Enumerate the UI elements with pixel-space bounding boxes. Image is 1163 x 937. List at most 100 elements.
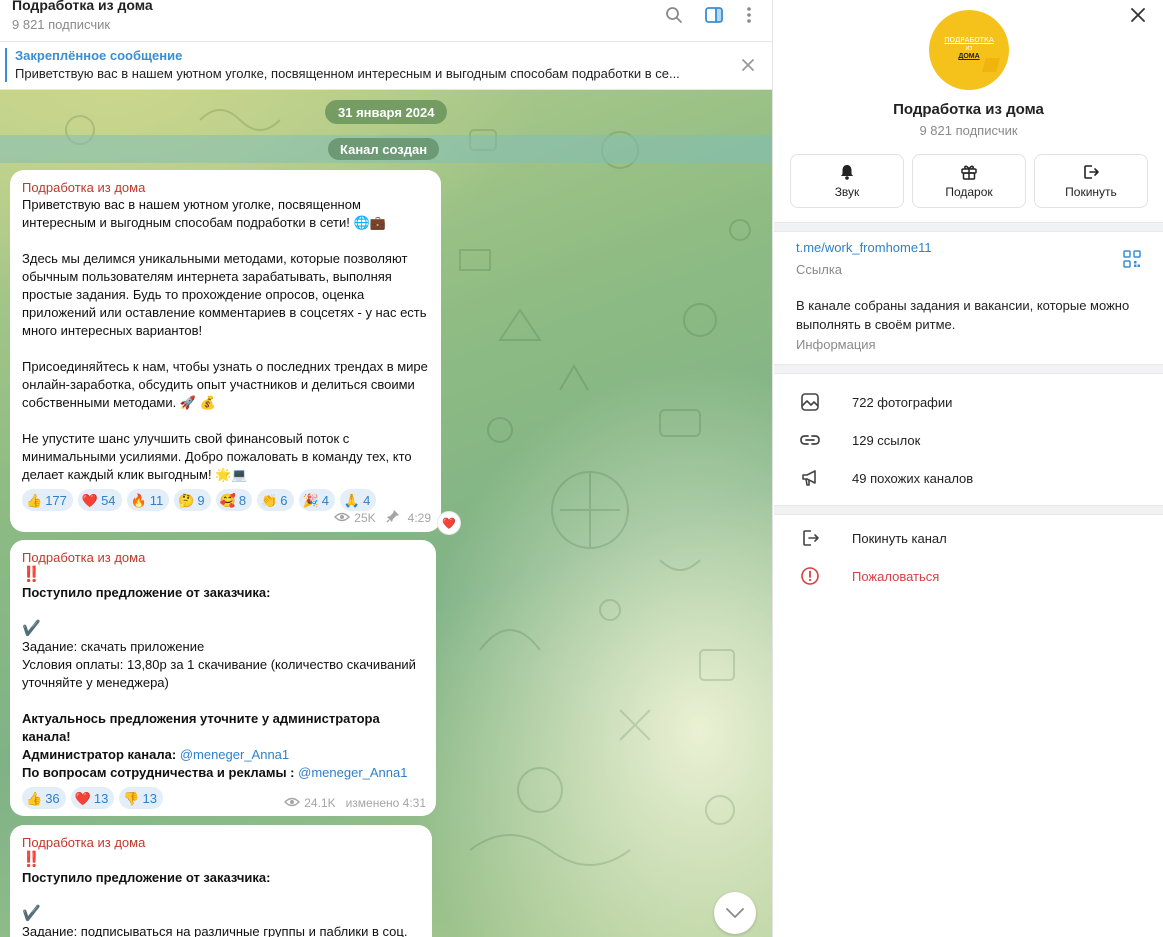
section-divider [774,364,1163,374]
gift-button[interactable]: Подарок [912,154,1026,208]
avatar-text-line: ПОДРАБОТКА [944,36,994,44]
message-time: 4:29 [407,510,431,525]
gift-label: Подарок [945,185,993,199]
more-vertical-icon[interactable] [735,4,763,26]
avatar-decoration [982,58,1000,72]
reaction-thumbs-up[interactable]: 👍 36 [22,787,66,809]
exclaim-emoji: ‼️ [22,851,41,868]
message-meta: 24.1K изменено 4:31 [284,796,426,810]
message-paragraph: Не упустите шанс улучшить свой финансовы… [22,431,412,482]
message-paragraph: Здесь мы делимся уникальными методами, к… [22,251,427,338]
task-line: Задание: подписываться на различные груп… [22,924,408,937]
admin-mention-link[interactable]: @meneger_Anna1 [180,747,289,762]
channel-subscriber-count: 9 821 подписчик [919,123,1018,138]
reaction-clap[interactable]: 👏 6 [257,489,294,511]
leave-label: Покинуть [1065,185,1117,199]
message-author[interactable]: Подработка из дома [22,549,424,566]
message-meta: 25K 4:29 [334,509,431,526]
reaction-thinking[interactable]: 🤔 9 [174,489,211,511]
reaction-thumbs-down[interactable]: 👎 13 [119,787,163,809]
message-text: Приветствую вас в нашем уютном уголке, п… [22,196,429,484]
message-text: ‼️ Поступило предложение от заказчика: ✔… [22,851,420,937]
close-icon[interactable] [1129,6,1147,24]
check-emoji: ✔️ [22,620,41,637]
views-icon [334,511,351,525]
date-separator: 31 января 2024 [325,100,448,124]
link-caption: Ссылка [796,262,843,277]
message-author[interactable]: Подработка из дома [22,179,429,196]
actuality-line: Актуальнось предложения уточните у админ… [22,711,380,744]
message-text: ‼️ Поступило предложение от заказчика: ✔… [22,566,424,782]
media-links-row[interactable]: 129 ссылок [774,421,1163,459]
description-caption: Информация [796,337,876,352]
message-bubble[interactable]: Подработка из дома ‼️ Поступило предложе… [10,825,432,937]
check-emoji: ✔️ [22,905,41,922]
media-photos-label: 722 фотографии [852,394,953,410]
ads-label: По вопросам сотрудничества и рекламы : [22,765,295,780]
reaction-fire[interactable]: 🔥 11 [126,489,170,511]
message-paragraph: Приветствую вас в нашем уютном уголке, п… [22,197,386,230]
my-reaction-badge[interactable]: ❤️ [438,512,460,534]
leave-button[interactable]: Покинуть [1034,154,1148,208]
message-bubble[interactable]: Подработка из дома ‼️ Поступило предложе… [10,540,436,816]
search-icon[interactable] [660,4,688,26]
channel-info-panel: ПОДРАБОТКА ИЗ ДОМА Подработка из дома 9 … [774,0,1163,937]
bell-icon [841,165,853,180]
message-paragraph: Присоединяйтесь к нам, чтобы узнать о по… [22,359,428,410]
edited-time: изменено 4:31 [345,796,426,810]
similar-channels-label: 49 похожих каналов [852,470,974,486]
ads-mention-link[interactable]: @meneger_Anna1 [298,765,407,780]
pinned-text: Приветствую вас в нашем уютном уголке, п… [15,66,680,81]
reactions-row: 👍 177 ❤️ 54 🔥 11 🤔 9 🥰 8 👏 6 🎉 4 🙏 4 [22,489,429,511]
view-count: 24.1K [304,796,336,810]
warning-icon [799,565,821,587]
reaction-love-face[interactable]: 🥰 8 [215,489,253,511]
channel-link[interactable]: t.me/work_fromhome11 [796,240,932,255]
chat-area: Подработка из дома 9 821 подписчик Закре… [0,0,773,937]
megaphone-icon [799,467,821,489]
scroll-down-button[interactable] [714,892,756,934]
chevron-down-icon [726,908,744,918]
pinned-message-bar[interactable]: Закреплённое сообщение Приветствую вас в… [0,42,772,90]
photo-icon [799,391,821,413]
avatar-text-line: ИЗ [965,46,973,52]
admin-label: Администратор канала: [22,747,177,762]
pin-icon [386,509,400,526]
pinned-indicator [5,48,7,82]
section-divider [774,505,1163,515]
channel-name: Подработка из дома [893,101,1044,118]
chat-title[interactable]: Подработка из дома [12,0,153,13]
channel-description: В канале собраны задания и вакансии, кот… [796,298,1130,332]
view-count: 25K [354,510,376,525]
reaction-heart[interactable]: ❤️ 54 [77,489,122,511]
link-icon [799,429,821,451]
reaction-party[interactable]: 🎉 4 [298,489,335,511]
chat-header: Подработка из дома 9 821 подписчик [0,0,772,42]
task-line: Задание: скачать приложение [22,639,205,654]
channel-avatar[interactable]: ПОДРАБОТКА ИЗ ДОМА [929,10,1009,90]
offer-headline: Поступило предложение от заказчика: [22,585,271,600]
message-author[interactable]: Подработка из дома [22,834,420,851]
leave-icon [799,527,821,549]
offer-headline: Поступило предложение от заказчика: [22,870,271,885]
reaction-thumbs-up[interactable]: 👍 177 [22,489,73,511]
media-photos-row[interactable]: 722 фотографии [774,383,1163,421]
exclaim-emoji: ‼️ [22,566,41,583]
close-icon[interactable] [739,56,757,74]
report-row[interactable]: Пожаловаться [774,557,1163,595]
media-links-label: 129 ссылок [852,432,921,448]
section-divider [774,222,1163,232]
sound-label: Звук [834,185,860,199]
pay-line: Условия оплаты: 13,80р за 1 скачивание (… [22,657,416,690]
views-icon [284,796,301,810]
qr-code-icon[interactable] [1123,250,1141,268]
similar-channels-row[interactable]: 49 похожих каналов [774,459,1163,497]
leave-icon [1084,165,1099,179]
sidebar-toggle-icon[interactable] [700,4,728,26]
leave-channel-row[interactable]: Покинуть канал [774,519,1163,557]
reaction-heart[interactable]: ❤️ 13 [70,787,115,809]
pinned-title: Закреплённое сообщение [15,48,183,63]
sound-button[interactable]: Звук [790,154,904,208]
message-bubble[interactable]: Подработка из дома Приветствую вас в наш… [10,170,441,532]
reaction-pray[interactable]: 🙏 4 [339,489,377,511]
